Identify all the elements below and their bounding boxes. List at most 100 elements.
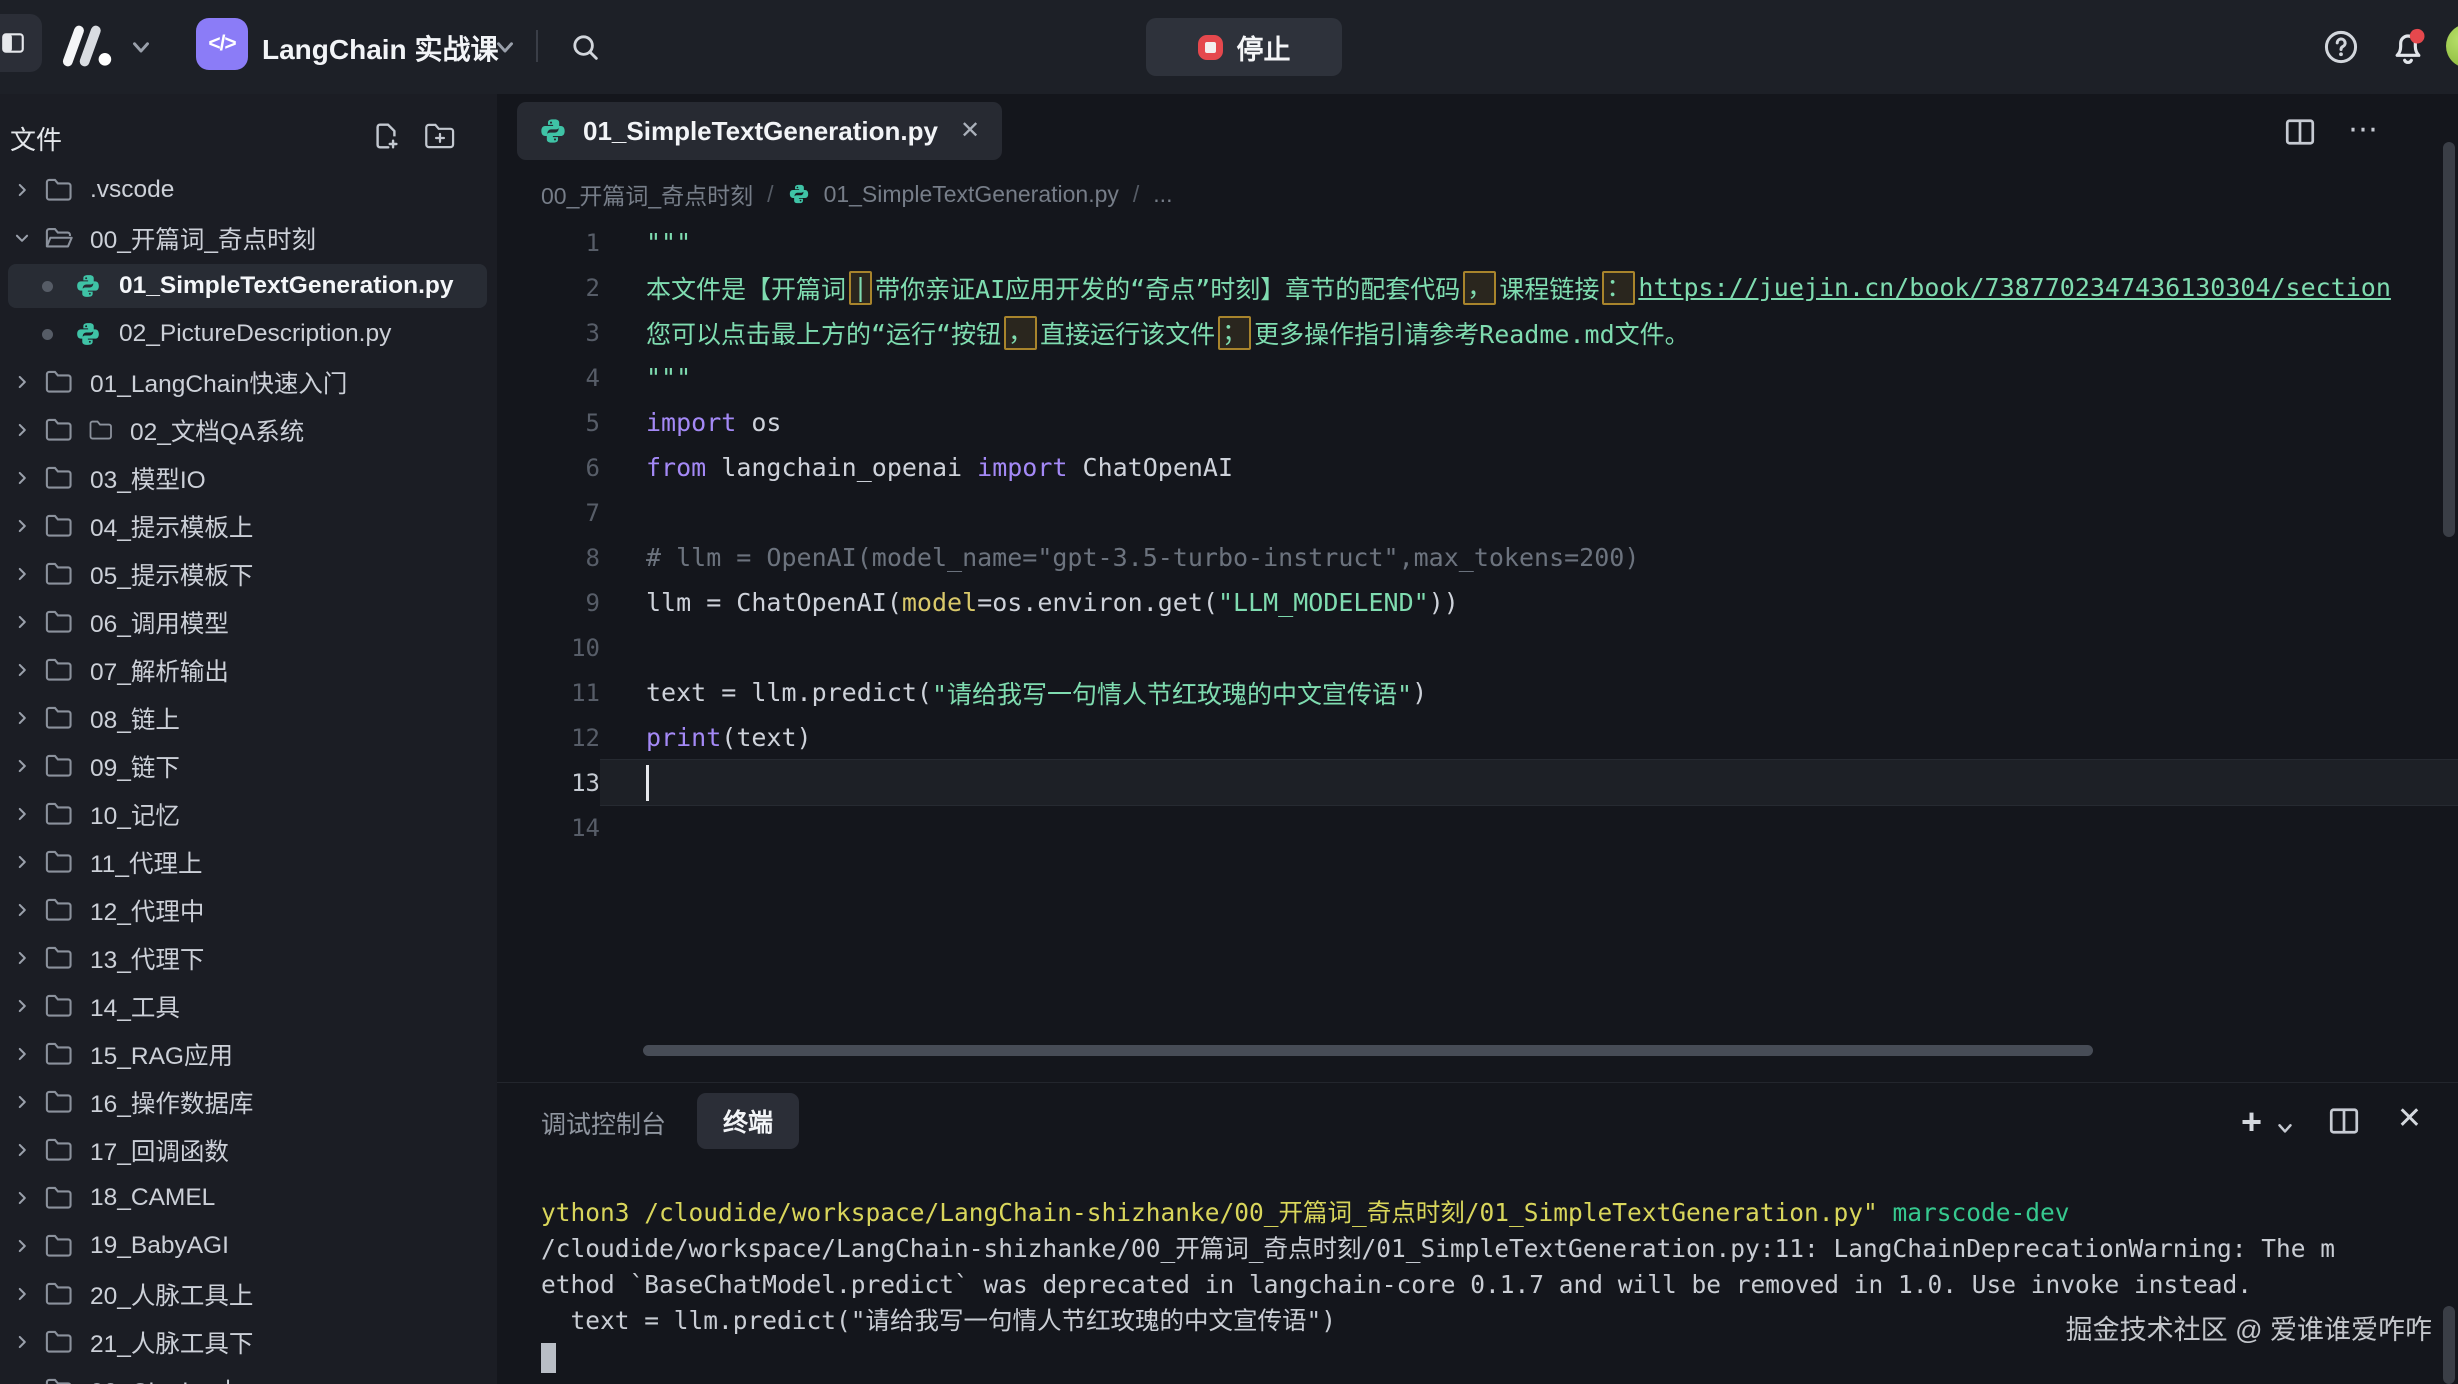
user-avatar[interactable] (2446, 24, 2458, 68)
folder-icon (44, 1185, 74, 1211)
code-area[interactable]: 1"""2本文件是【开篇词|带你亲证AI应用开发的“奇点”时刻】章节的配套代码，… (497, 220, 2458, 850)
tree-item[interactable]: 09_链下 (0, 742, 497, 790)
terminal-output[interactable]: ython3 /cloudide/workspace/LangChain-shi… (541, 1195, 2448, 1375)
bell-icon[interactable] (2388, 26, 2428, 68)
code-line[interactable]: 7 (497, 490, 2458, 535)
chevron-right-icon[interactable] (12, 181, 32, 199)
chevron-right-icon[interactable] (12, 517, 32, 535)
split-terminal-button[interactable] (2326, 1103, 2362, 1139)
editor-more-button[interactable]: ⋯ (2348, 112, 2380, 147)
code-link[interactable]: https://juejin.cn/book/73877023474361303… (1638, 273, 2391, 302)
code-line[interactable]: 4""" (497, 355, 2458, 400)
chevron-right-icon[interactable] (12, 1237, 32, 1255)
code-line[interactable]: 13 (497, 760, 2458, 805)
editor-vertical-scrollbar[interactable] (2443, 142, 2455, 537)
tree-item[interactable]: 19_BabyAGI (0, 1222, 497, 1270)
breadcrumb-ellipsis[interactable]: ... (1153, 181, 1172, 208)
chevron-right-icon[interactable] (12, 661, 32, 679)
chevron-right-icon[interactable] (12, 949, 32, 967)
tree-item[interactable]: 17_回调函数 (0, 1126, 497, 1174)
help-icon[interactable] (2322, 28, 2360, 66)
chevron-right-icon[interactable] (12, 805, 32, 823)
tree-item[interactable]: 02_PictureDescription.py (0, 310, 497, 358)
project-code-chip-icon: </> (196, 18, 248, 70)
chevron-right-icon[interactable] (12, 1285, 32, 1303)
chevron-right-icon[interactable] (12, 901, 32, 919)
panel-tab-terminal[interactable]: 终端 (697, 1093, 799, 1149)
chevron-right-icon[interactable] (12, 1141, 32, 1159)
project-name[interactable]: LangChain 实战课 (262, 28, 498, 68)
split-editor-button[interactable] (2282, 114, 2318, 150)
tree-item[interactable]: 22_Chatbot上 (0, 1366, 497, 1384)
tree-item[interactable]: 13_代理下 (0, 934, 497, 982)
tree-item[interactable]: 06_调用模型 (0, 598, 497, 646)
editor-horizontal-scrollbar[interactable] (643, 1045, 2093, 1056)
tab-close-icon[interactable]: ✕ (960, 119, 980, 143)
new-terminal-button[interactable]: + (2241, 1101, 2262, 1143)
tree-row-highlight (8, 984, 487, 1028)
tree-item[interactable]: 01_SimpleTextGeneration.py (0, 262, 497, 310)
marscode-logo[interactable] (58, 20, 114, 72)
code-line[interactable]: 6from langchain_openai import ChatOpenAI (497, 445, 2458, 490)
tree-item[interactable]: 11_代理上 (0, 838, 497, 886)
tree-item[interactable]: 04_提示模板上 (0, 502, 497, 550)
close-panel-button[interactable]: ✕ (2397, 1101, 2422, 1136)
tree-item[interactable]: 08_链上 (0, 694, 497, 742)
chevron-right-icon[interactable] (12, 469, 32, 487)
chevron-right-icon[interactable] (12, 1045, 32, 1063)
code-line[interactable]: 8# llm = OpenAI(model_name="gpt-3.5-turb… (497, 535, 2458, 580)
panel-tab-debug-console[interactable]: 调试控制台 (541, 1105, 666, 1141)
chevron-right-icon[interactable] (12, 757, 32, 775)
tree-item-label: 09_链下 (90, 749, 180, 784)
code-line[interactable]: 2本文件是【开篇词|带你亲证AI应用开发的“奇点”时刻】章节的配套代码，课程链接… (497, 265, 2458, 310)
tree-item[interactable]: .vscode (0, 166, 497, 214)
editor-tab-active[interactable]: 01_SimpleTextGeneration.py ✕ (517, 102, 1002, 160)
code-line[interactable]: 11text = llm.predict("请给我写一句情人节红玫瑰的中文宣传语… (497, 670, 2458, 715)
panel-toggle-button[interactable] (0, 14, 42, 72)
new-folder-button[interactable] (420, 116, 460, 156)
chevron-down-icon[interactable] (492, 34, 518, 60)
tree-item[interactable]: 10_记忆 (0, 790, 497, 838)
breadcrumb-folder[interactable]: 00_开篇词_奇点时刻 (541, 177, 753, 211)
tree-item[interactable]: 14_工具 (0, 982, 497, 1030)
chevron-right-icon[interactable] (12, 853, 32, 871)
terminal-vertical-scrollbar[interactable] (2443, 1306, 2455, 1384)
code-token: print (646, 723, 721, 752)
chevron-right-icon[interactable] (12, 1189, 32, 1207)
tree-item[interactable]: 12_代理中 (0, 886, 497, 934)
chevron-down-icon[interactable] (2274, 1117, 2296, 1139)
new-file-button[interactable] (366, 116, 406, 156)
chevron-right-icon[interactable] (12, 421, 32, 439)
chevron-right-icon[interactable] (12, 1093, 32, 1111)
tree-item[interactable]: 16_操作数据库 (0, 1078, 497, 1126)
stop-button[interactable]: 停止 (1146, 18, 1342, 76)
tree-item[interactable]: 03_模型IO (0, 454, 497, 502)
code-line[interactable]: 9llm = ChatOpenAI(model=os.environ.get("… (497, 580, 2458, 625)
tree-item[interactable]: 02_文档QA系统 (0, 406, 497, 454)
tree-item[interactable]: 20_人脉工具上 (0, 1270, 497, 1318)
code-line[interactable]: 5import os (497, 400, 2458, 445)
code-line[interactable]: 10 (497, 625, 2458, 670)
tree-item[interactable]: 21_人脉工具下 (0, 1318, 497, 1366)
tree-item[interactable]: 05_提示模板下 (0, 550, 497, 598)
tree-item[interactable]: 00_开篇词_奇点时刻 (0, 214, 497, 262)
tree-item[interactable]: 07_解析输出 (0, 646, 497, 694)
tree-item-label: 02_文档QA系统 (130, 413, 304, 448)
chevron-right-icon[interactable] (12, 565, 32, 583)
tree-item[interactable]: 15_RAG应用 (0, 1030, 497, 1078)
chevron-down-icon[interactable] (128, 34, 154, 60)
chevron-right-icon[interactable] (12, 997, 32, 1015)
tree-item[interactable]: 18_CAMEL (0, 1174, 497, 1222)
search-icon[interactable] (568, 30, 602, 64)
chevron-right-icon[interactable] (12, 613, 32, 631)
tree-item[interactable]: 01_LangChain快速入门 (0, 358, 497, 406)
chevron-right-icon[interactable] (12, 1333, 32, 1351)
breadcrumb-file[interactable]: 01_SimpleTextGeneration.py (824, 181, 1119, 208)
chevron-right-icon[interactable] (12, 709, 32, 727)
chevron-right-icon[interactable] (12, 373, 32, 391)
code-line[interactable]: 14 (497, 805, 2458, 850)
code-line[interactable]: 1""" (497, 220, 2458, 265)
code-line[interactable]: 3您可以点击最上方的“运行“按钮，直接运行该文件；更多操作指引请参考Readme… (497, 310, 2458, 355)
chevron-down-icon[interactable] (12, 229, 32, 247)
code-line[interactable]: 12print(text) (497, 715, 2458, 760)
